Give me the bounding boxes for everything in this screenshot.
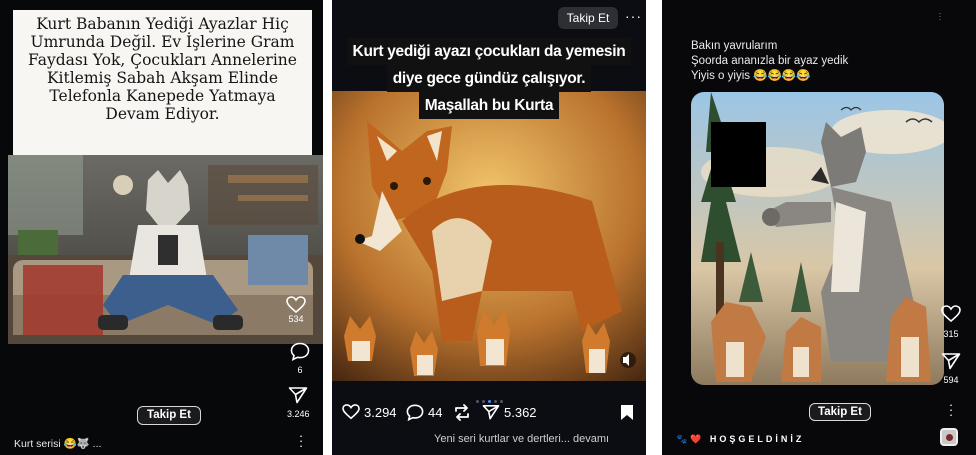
heart-icon: [941, 305, 961, 323]
share-action[interactable]: 5.362: [482, 404, 537, 420]
more-options-icon[interactable]: ···: [297, 429, 305, 452]
reel-caption[interactable]: Yeni seri kurtlar ve dertleri... devamı: [434, 433, 609, 445]
follow-button[interactable]: Takip Et: [809, 403, 871, 421]
send-icon: [482, 404, 500, 420]
heart-icon: [342, 404, 360, 420]
bookmark-icon: [621, 405, 633, 420]
reel-caption[interactable]: Kurt serisi 😂🐺 ...: [14, 437, 101, 450]
comment-action[interactable]: 44: [406, 404, 442, 421]
post-caption: Bakın yavrularım Şoorda ananızla bir aya…: [691, 40, 849, 82]
save-button[interactable]: [620, 404, 634, 421]
comment-count: 6: [297, 365, 303, 375]
like-count: 3.294: [364, 404, 397, 420]
send-icon: [941, 353, 961, 370]
reel-panel-1: Kurt Babanın Yediği Ayazlar Hiç Umrunda …: [0, 0, 323, 455]
follow-button[interactable]: Takip Et: [137, 406, 201, 425]
share-action[interactable]: 594: [941, 352, 961, 385]
like-action[interactable]: 315: [941, 305, 961, 339]
follow-button[interactable]: Takip Et: [558, 7, 618, 29]
share-count: 594: [943, 375, 959, 385]
share-action[interactable]: 3.246: [287, 386, 310, 419]
like-action[interactable]: 534: [286, 296, 306, 324]
more-options-icon[interactable]: ···: [625, 8, 642, 24]
reel-panel-3: · · · Bakın yavrularım Şoorda ananızla bir…: [662, 0, 976, 455]
reel-panel-2: Takip Et ··· Kurt yediği ayazı çocukları…: [332, 0, 646, 455]
comment-icon: [406, 404, 424, 421]
comment-count: 44: [428, 405, 443, 420]
like-action[interactable]: 3.294: [342, 404, 397, 420]
wolf-on-couch-image[interactable]: [8, 155, 323, 344]
more-options-icon[interactable]: ···: [936, 9, 944, 24]
repost-action[interactable]: [453, 404, 471, 421]
share-count: 5.362: [504, 404, 537, 420]
comment-icon: [290, 342, 310, 361]
wolf-family-image[interactable]: [332, 91, 646, 381]
reel-caption[interactable]: 🐾❤️ HOŞGELDİNİZ: [676, 434, 804, 445]
post-action-bar: 3.294 44 5.362: [340, 404, 638, 426]
like-count: 315: [943, 329, 959, 339]
comment-action[interactable]: 6: [290, 342, 310, 375]
share-count: 3.246: [287, 409, 310, 419]
repost-icon: [455, 404, 469, 421]
like-count: 534: [288, 314, 304, 324]
overlay-caption: Kurt Babanın Yediği Ayazlar Hiç Umrunda …: [13, 10, 312, 155]
wolf-pups-image[interactable]: [691, 92, 944, 385]
overlay-caption: Kurt yediği ayazı çocukları da yemesin d…: [332, 38, 646, 119]
heart-icon: [286, 296, 306, 314]
send-icon: [288, 387, 308, 404]
audio-thumbnail[interactable]: [940, 428, 958, 446]
more-options-icon[interactable]: ···: [947, 398, 955, 421]
